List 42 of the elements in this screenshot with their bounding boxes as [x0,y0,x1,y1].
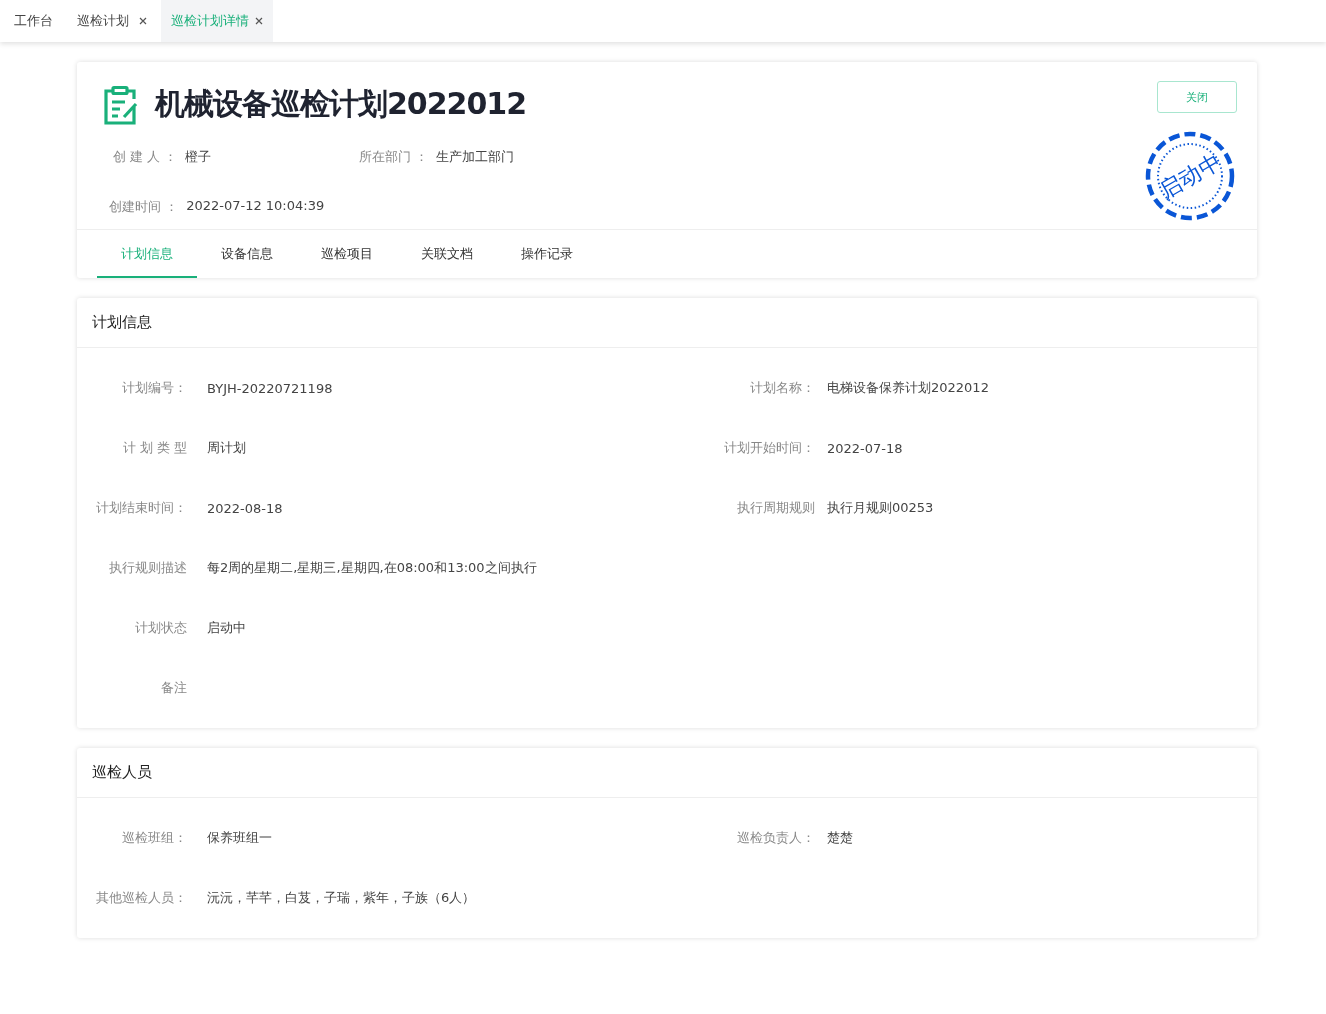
section-tab[interactable]: 巡检项目 [297,230,397,278]
clipboard-icon [103,84,139,125]
field-value: 执行月规则00253 [827,499,934,517]
field-value: 每2周的星期二,星期三,星期四,在08:00和13:00之间执行 [207,559,537,577]
meta-value: 生产加工部门 [436,148,515,166]
meta-value: 橙子 [185,148,212,166]
meta-label: 所在部门 ： [359,148,429,166]
field-value: 保养班组一 [207,829,272,847]
section-title: 计划信息 [92,313,152,332]
field-label: 计划编号： [121,379,187,397]
page-tab[interactable]: 巡检计划 [67,0,157,42]
field-value: 周计划 [207,439,246,457]
field-label: 执行规则描述 [108,559,187,577]
section-tab[interactable]: 设备信息 [197,230,297,278]
field-value: 电梯设备保养计划2022012 [827,379,989,397]
close-icon[interactable] [139,17,147,25]
close-icon[interactable] [255,17,263,25]
field-label: 备注 [160,679,187,697]
field-label: 计划结束时间： [95,499,187,517]
status-stamp: 启动中 [1144,130,1236,222]
section-title: 巡检人员 [92,763,152,782]
field-label: 计 划 类 型 [121,439,187,457]
page-tab[interactable]: 工作台 [4,0,63,42]
meta-label: 创 建 人 ： [113,148,178,166]
field-label: 巡检负责人： [736,829,815,847]
field-label: 计划开始时间： [723,439,815,457]
field-label: 其他巡检人员： [95,889,187,907]
field-label: 计划状态 [134,619,187,637]
section-tab[interactable]: 关联文档 [397,230,497,278]
field-value: 2022-08-18 [207,500,283,516]
field-value: BYJH-20220721198 [207,380,333,396]
plan-title: 机械设备巡检计划2022012 [155,85,527,123]
field-label: 执行周期规则 [736,499,815,517]
meta-value: 2022-07-12 10:04:39 [186,198,325,215]
field-value: 启动中 [207,619,246,637]
field-value: 2022-07-18 [827,440,903,456]
field-value: 沅沅，芊芊，白芨，子瑞，紫年，子族（6人） [207,889,476,907]
field-label: 巡检班组： [121,829,187,847]
meta-label: 创建时间 ： [109,198,179,216]
field-value: 楚楚 [827,829,853,847]
field-label: 计划名称： [749,379,815,397]
section-tab[interactable]: 操作记录 [497,230,597,278]
